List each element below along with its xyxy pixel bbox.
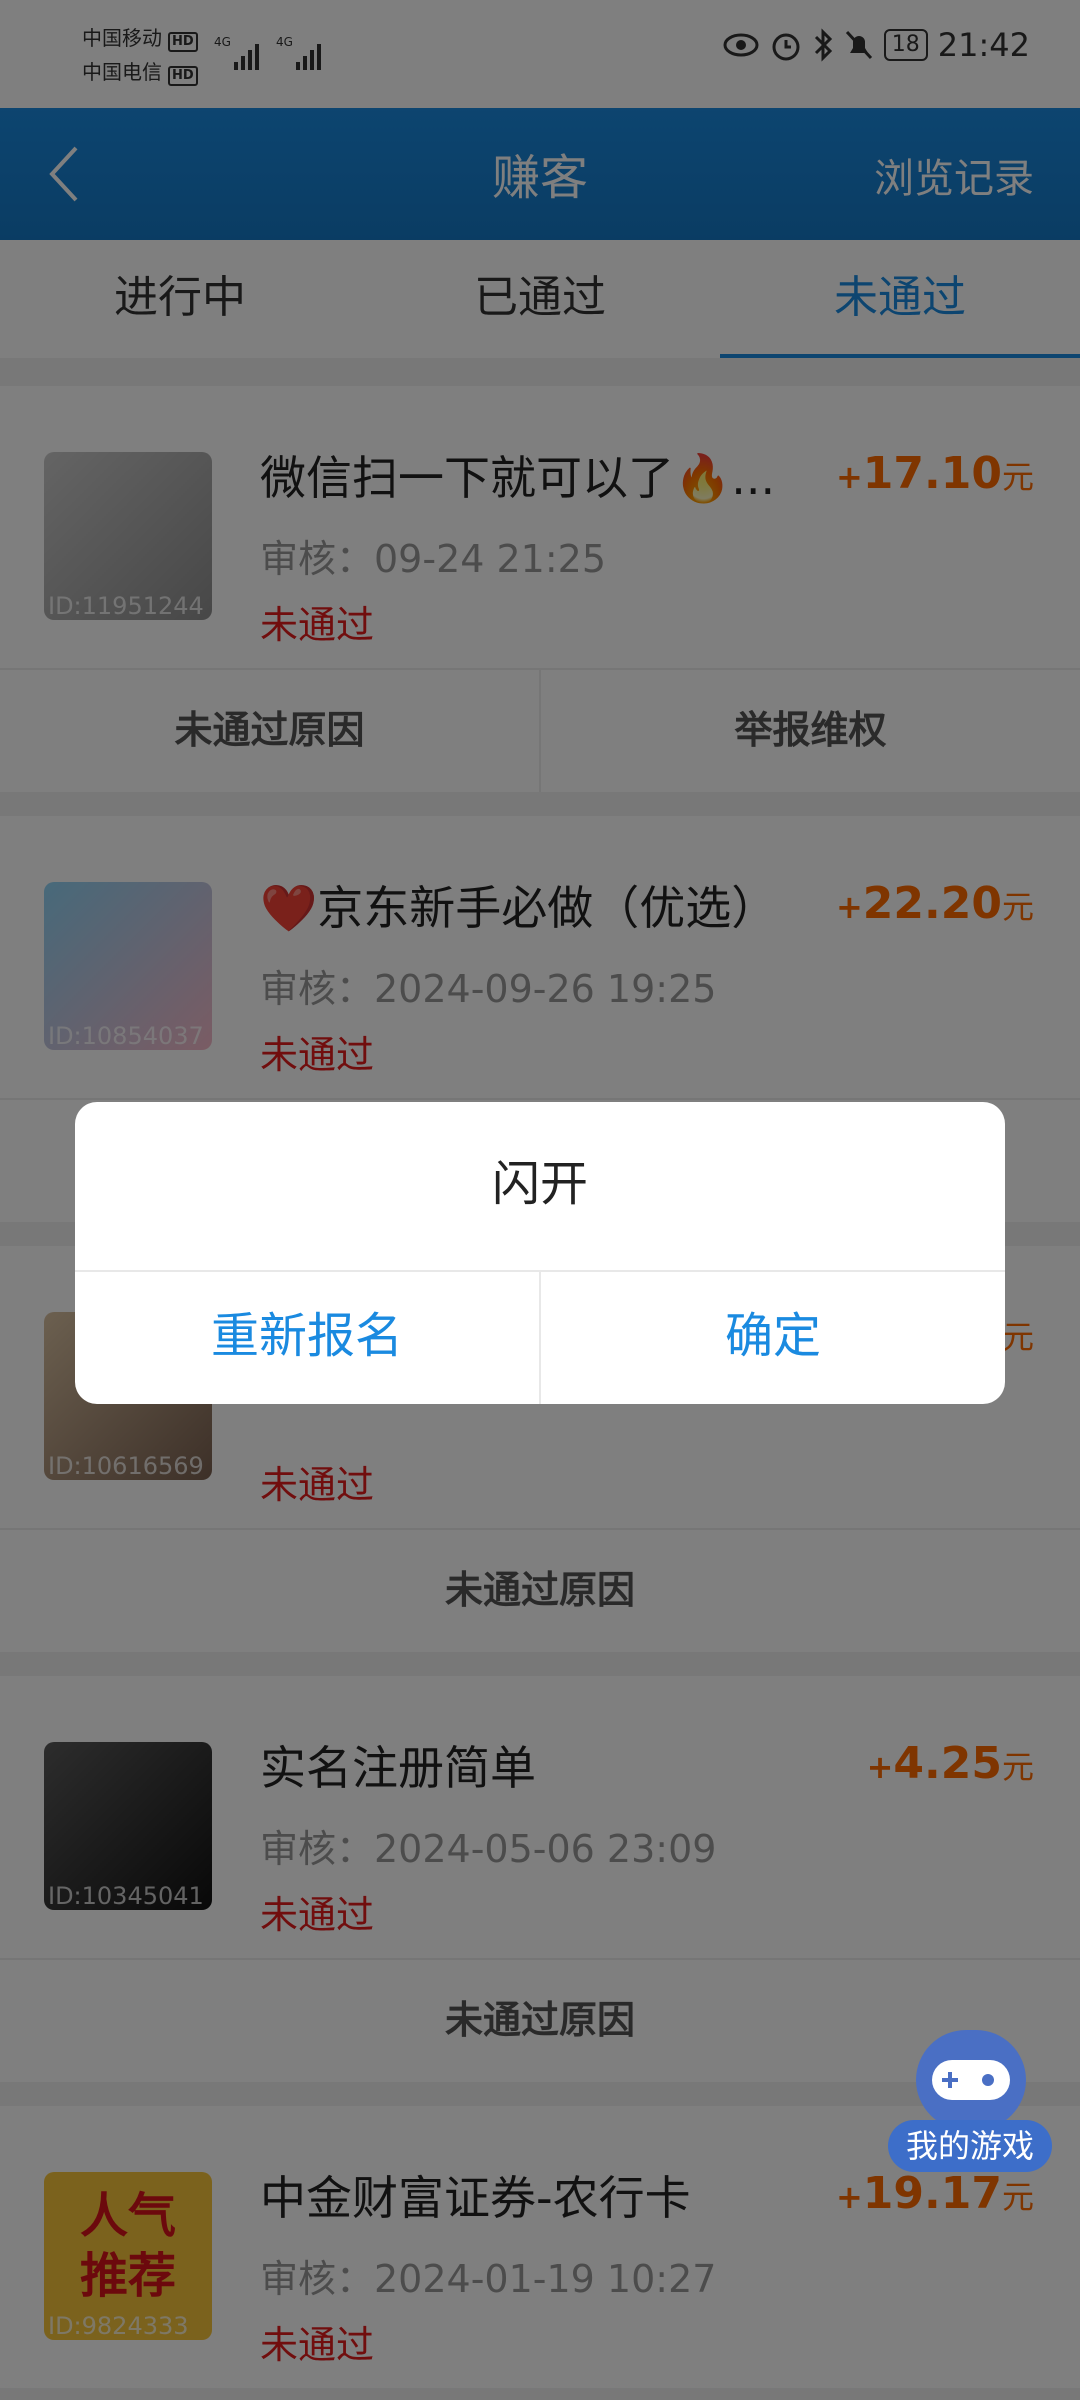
gamepad-icon — [916, 2030, 1026, 2130]
dialog-buttons: 重新报名 确定 — [75, 1270, 1005, 1404]
re-signup-button[interactable]: 重新报名 — [75, 1272, 539, 1404]
alert-dialog: 闪开 重新报名 确定 — [75, 1102, 1005, 1404]
my-games-button[interactable]: 我的游戏 — [888, 2030, 1052, 2180]
my-games-label: 我的游戏 — [888, 2120, 1052, 2172]
confirm-button[interactable]: 确定 — [539, 1272, 1005, 1404]
dialog-message: 闪开 — [491, 1156, 588, 1212]
